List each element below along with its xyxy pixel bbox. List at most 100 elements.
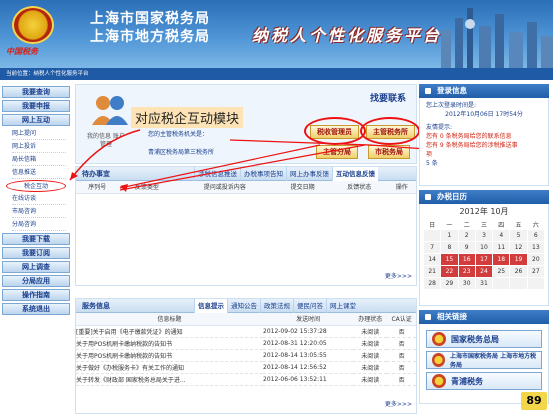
tab-interaction-feedback[interactable]: 互动信息反馈 xyxy=(332,166,378,181)
calendar-day[interactable]: 19 xyxy=(510,254,527,265)
nav-sub-branch-consult[interactable]: 分局咨询 xyxy=(12,219,66,231)
calendar-day[interactable]: 22 xyxy=(441,266,458,277)
row-time: 2012-08-31 12:20:05 xyxy=(263,337,354,350)
calendar-day[interactable]: 18 xyxy=(493,254,510,265)
calendar-weekday: 五 xyxy=(510,219,527,229)
nav-sub-complaint[interactable]: 网上投诉 xyxy=(12,141,66,153)
nav-guide[interactable]: 操作指南 xyxy=(2,289,70,301)
account-label[interactable]: 我的信息 账户管理 xyxy=(86,133,126,149)
main-content: 我的信息 账户管理 对应税企互动模块 您的主管税务机关是： 青浦区税务局第三税务… xyxy=(75,84,420,414)
calendar-day[interactable]: 25 xyxy=(493,266,510,277)
calendar-day[interactable]: 27 xyxy=(527,266,544,277)
calendar-day[interactable]: 6 xyxy=(527,230,544,241)
nav-sub-push[interactable]: 信息推送 xyxy=(12,167,66,179)
city-skyline-icon xyxy=(441,8,553,68)
branch-office-button[interactable]: 主管分局 xyxy=(316,145,358,159)
calendar-day[interactable]: 5 xyxy=(510,230,527,241)
calendar-day[interactable]: 10 xyxy=(475,242,493,253)
calendar-day[interactable]: 1 xyxy=(441,230,458,241)
nav-branch-app[interactable]: 分局应用 xyxy=(2,275,70,287)
nav-sub-question[interactable]: 网上提问 xyxy=(12,128,66,140)
tab-tax-push[interactable]: 涉税信息推送 xyxy=(194,166,240,181)
col-ca: CA认证 xyxy=(387,313,416,326)
nav-logout[interactable]: 系统退出 xyxy=(2,303,70,315)
calendar-day[interactable]: 23 xyxy=(458,266,475,277)
calendar-day[interactable]: 28 xyxy=(424,278,441,289)
tab-notice[interactable]: 通知公告 xyxy=(227,298,260,313)
calendar-month-unit: 月 xyxy=(500,207,509,216)
nav-subscribe[interactable]: 我要订阅 xyxy=(2,247,70,259)
table-row[interactable]: 关于用POS机刷卡缴纳税款的告知书 2012-08-31 12:20:05 未阅… xyxy=(76,337,416,350)
row-title[interactable]: 关于用POS机刷卡缴纳税款的告知书 xyxy=(76,349,263,362)
table-row[interactable]: 关于用POS机刷卡缴纳税款的告知书 2012-08-14 13:05:55 未阅… xyxy=(76,349,416,362)
calendar-day[interactable]: 20 xyxy=(527,254,544,265)
calendar-day[interactable]: 21 xyxy=(424,266,441,277)
row-title[interactable]: 关于做好《办税服务卡》有关工作的通知 xyxy=(76,361,263,374)
calendar-year: 2012 xyxy=(459,207,480,216)
calendar-day[interactable]: 7 xyxy=(424,242,441,253)
row-title[interactable]: 关于用POS机刷卡缴纳税款的告知书 xyxy=(76,337,263,350)
calendar-day[interactable]: 3 xyxy=(475,230,493,241)
notice-push[interactable]: 您有 9 条税务局给您的涉税推送事 xyxy=(426,141,542,150)
tab-qa[interactable]: 便民问答 xyxy=(293,298,326,313)
table-row[interactable]: [重要]关于启用《电子缴款凭证》的通知 2012-09-02 15:37:28 … xyxy=(76,325,416,338)
todo-more-link[interactable]: 更多>>> xyxy=(385,271,412,280)
calendar-day[interactable]: 13 xyxy=(527,242,544,253)
calendar-day[interactable]: 17 xyxy=(475,254,493,265)
nav-interact[interactable]: 网上互动 xyxy=(2,114,70,126)
calendar-weekday: 一 xyxy=(441,219,458,229)
nav-query[interactable]: 我要查询 xyxy=(2,86,70,98)
calendar-day[interactable]: 26 xyxy=(510,266,527,277)
calendar-day[interactable] xyxy=(424,230,441,241)
calendar-day[interactable] xyxy=(510,278,527,289)
nav-sub-city-consult[interactable]: 市局咨询 xyxy=(12,206,66,218)
row-title[interactable]: [重要]关于启用《电子缴款凭证》的通知 xyxy=(76,325,263,338)
tab-feedback[interactable]: 网上办事反馈 xyxy=(286,166,332,181)
table-row[interactable]: 关于做好《办税服务卡》有关工作的通知 2012-08-14 12:56:52 未… xyxy=(76,361,416,374)
calendar-day[interactable]: 31 xyxy=(475,278,493,289)
service-more-link[interactable]: 更多>>> xyxy=(385,399,412,408)
nav-survey[interactable]: 网上调查 xyxy=(2,261,70,273)
calendar-day[interactable]: 11 xyxy=(493,242,510,253)
calendar-day[interactable]: 2 xyxy=(458,230,475,241)
notice-push-cont: 项 xyxy=(426,151,433,158)
calendar-day[interactable]: 8 xyxy=(441,242,458,253)
tab-classroom[interactable]: 网上课堂 xyxy=(326,298,359,313)
calendar-day[interactable]: 14 xyxy=(424,254,441,265)
table-row[interactable]: 关于转发《财政部 国家税务总局关于进... 2012-06-06 13:52:1… xyxy=(76,373,416,386)
link-national-tax[interactable]: 国家税务总局 xyxy=(426,330,542,348)
calendar-day[interactable]: 4 xyxy=(493,230,510,241)
city-bureau-button[interactable]: 市税务局 xyxy=(368,145,410,159)
calendar-day[interactable]: 29 xyxy=(441,278,458,289)
notice-contact[interactable]: 您有 0 条税务局给您的联系信息 xyxy=(426,132,542,141)
row-ca: 否 xyxy=(387,325,416,338)
row-title[interactable]: 关于转发《财政部 国家税务总局关于进... xyxy=(76,373,263,386)
row-status: 未阅读 xyxy=(353,325,388,338)
tab-info-tip[interactable]: 信息提示 xyxy=(194,298,227,313)
calendar-day[interactable]: 30 xyxy=(458,278,475,289)
todo-tabbar: 待办事宜 涉税信息推送 办税事项告知 网上办事反馈 互动信息反馈 xyxy=(76,166,416,181)
calendar-day[interactable]: 24 xyxy=(475,266,493,277)
calendar-day[interactable]: 16 xyxy=(458,254,475,265)
tab-matters[interactable]: 办税事项告知 xyxy=(240,166,286,181)
nav-sub-tax-interaction[interactable]: 税企互动 xyxy=(6,180,66,192)
nav-download[interactable]: 我要下载 xyxy=(2,233,70,245)
col-status: 反馈状态 xyxy=(330,181,388,194)
site-header: 中国税务 上海市国家税务局 上海市地方税务局 纳税人个性化服务平台 xyxy=(0,0,553,68)
calendar-month-selector[interactable]: 2012年 10月 xyxy=(423,206,545,218)
calendar-weekday: 六 xyxy=(527,219,544,229)
service-table: 信息标题 发送时间 办理状态 CA认证 [重要]关于启用《电子缴款凭证》的通知 … xyxy=(76,313,416,386)
nav-declare[interactable]: 我要申报 xyxy=(2,100,70,112)
calendar-day[interactable]: 9 xyxy=(458,242,475,253)
nav-sub-interview[interactable]: 在线访谈 xyxy=(12,193,66,205)
calendar-day[interactable]: 12 xyxy=(510,242,527,253)
link-shanghai-tax[interactable]: 上海市国家税务局 上海市地方税务局 xyxy=(426,351,542,369)
calendar-day[interactable] xyxy=(493,278,510,289)
row-status: 未阅读 xyxy=(353,361,388,374)
calendar-day[interactable]: 15 xyxy=(441,254,458,265)
calendar-day[interactable] xyxy=(527,278,544,289)
tab-policy[interactable]: 政策法规 xyxy=(260,298,293,313)
links-title: 相关链接 xyxy=(419,310,549,324)
nav-sub-mailbox[interactable]: 局长信箱 xyxy=(12,154,66,166)
link-qingpu-tax[interactable]: 青浦税务 xyxy=(426,372,542,390)
